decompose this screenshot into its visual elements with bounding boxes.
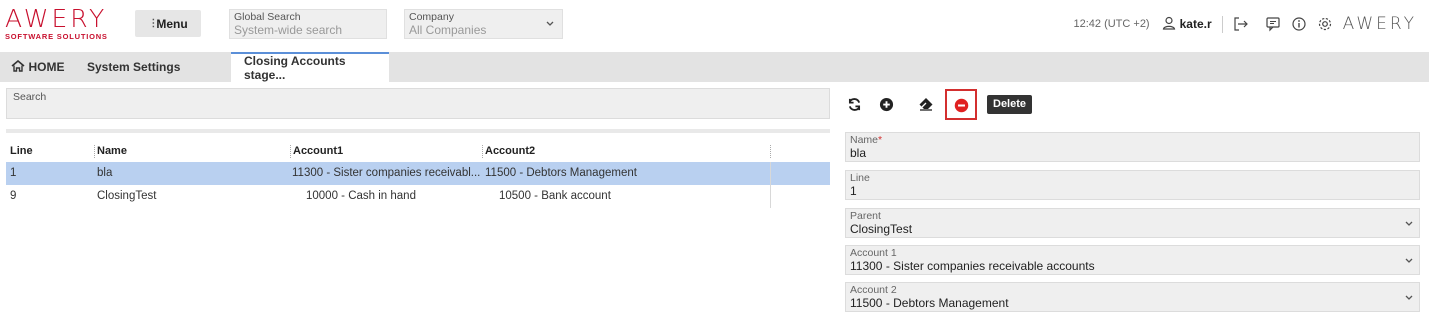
required-marker: * — [878, 134, 883, 146]
search-input[interactable]: Search — [6, 88, 830, 119]
global-search-label: Global Search — [234, 11, 301, 23]
brand-logo-right: AWERY — [1342, 14, 1417, 34]
table-header: Line Name Account1 Account2 — [6, 129, 830, 160]
name-field[interactable]: Name* bla — [845, 132, 1420, 162]
account2-select[interactable]: Account 2 11500 - Debtors Management — [845, 282, 1420, 312]
column-separator — [290, 145, 291, 158]
tab-closing-accounts-label: Closing Accounts stage... — [244, 54, 346, 82]
delete-tooltip: Delete — [987, 95, 1033, 114]
accounts-table: Line Name Account1 Account2 1 bla 11300 … — [6, 129, 830, 208]
line-field[interactable]: Line 1 — [845, 170, 1420, 200]
tab-system-settings[interactable]: System Settings — [75, 52, 231, 82]
chevron-down-icon — [1405, 256, 1413, 266]
column-header-label: Name — [97, 144, 127, 157]
menu-label: Menu — [156, 16, 188, 31]
table-row[interactable]: 1 bla 11300 - Sister companies receivabl… — [6, 162, 830, 185]
chat-icon[interactable] — [1265, 16, 1281, 32]
line-field-label: Line — [850, 172, 870, 184]
global-search-placeholder: System-wide search — [234, 23, 343, 37]
clock-time: 12:42 (UTC +2) — [1073, 18, 1150, 30]
delete-highlight-frame — [945, 89, 977, 120]
tab-bar: HOME System Settings Closing Accounts st… — [0, 52, 1429, 82]
column-header-account1[interactable]: Account1 — [290, 137, 344, 164]
account1-select[interactable]: Account 1 11300 - Sister companies recei… — [845, 245, 1420, 275]
company-select[interactable]: Company All Companies — [404, 9, 563, 39]
search-label: Search — [13, 91, 47, 103]
account1-field-label: Account 1 — [850, 247, 897, 259]
user-icon — [1162, 16, 1176, 33]
logo-subtitle: SOFTWARE SOLUTIONS — [5, 32, 108, 41]
info-icon[interactable] — [1291, 16, 1307, 32]
column-header-name[interactable]: Name — [94, 137, 127, 164]
cell-name: ClosingTest — [97, 190, 157, 202]
user-menu[interactable]: kate.r — [1162, 15, 1223, 33]
column-header-label: Account2 — [485, 144, 536, 157]
company-value: All Companies — [409, 23, 487, 37]
eraser-icon — [918, 97, 934, 111]
chevron-down-icon — [546, 19, 554, 29]
line-field-value: 1 — [850, 184, 857, 198]
cell-account2: 10500 - Bank account — [499, 190, 611, 202]
logo-text: AWERY — [5, 4, 108, 33]
cell-line: 1 — [10, 167, 17, 179]
parent-field-value: ClosingTest — [850, 222, 913, 236]
company-label: Company — [409, 11, 454, 23]
table-row[interactable]: 9 ClosingTest 10000 - Cash in hand 10500… — [6, 185, 830, 208]
chevron-down-icon — [1405, 293, 1413, 303]
column-separator — [770, 145, 771, 158]
kebab-icon: ⋮ — [148, 17, 159, 29]
name-field-value: bla — [850, 146, 867, 160]
name-label-text: Name — [850, 134, 879, 146]
tab-home[interactable]: HOME — [0, 52, 75, 82]
tab-home-label: HOME — [28, 60, 65, 74]
tab-closing-accounts[interactable]: Closing Accounts stage... — [231, 52, 389, 82]
account2-field-value: 11500 - Debtors Management — [850, 296, 1009, 310]
column-separator — [482, 145, 483, 158]
awery-logo[interactable]: AWERY SOFTWARE SOLUTIONS — [5, 5, 115, 45]
add-button[interactable] — [872, 90, 900, 118]
home-icon — [10, 59, 25, 75]
tab-system-settings-label: System Settings — [87, 60, 181, 74]
name-field-label: Name* — [850, 134, 1415, 146]
cell-name: bla — [97, 167, 113, 179]
global-search-input[interactable]: Global Search System-wide search — [229, 9, 387, 39]
cell-account2: 11500 - Debtors Management — [485, 167, 637, 179]
cell-account1: 11300 - Sister companies receivabl... — [292, 167, 481, 179]
account2-field-label: Account 2 — [850, 284, 897, 296]
row-divider — [770, 185, 771, 208]
parent-field-label: Parent — [850, 210, 881, 222]
menu-button[interactable]: ⋮ Menu — [135, 10, 201, 37]
plus-circle-icon — [879, 97, 894, 112]
row-divider — [770, 162, 771, 185]
refresh-icon — [847, 97, 862, 112]
clear-button[interactable] — [912, 90, 940, 118]
column-separator — [94, 145, 95, 158]
logout-icon[interactable] — [1233, 16, 1249, 32]
account1-field-value: 11300 - Sister companies receivable acco… — [850, 259, 1095, 273]
refresh-button[interactable] — [840, 90, 868, 118]
username: kate.r — [1179, 17, 1212, 31]
column-header-line[interactable]: Line — [10, 137, 33, 164]
cell-line: 9 — [10, 190, 17, 202]
column-header-account2[interactable]: Account2 — [482, 137, 536, 164]
cell-account1: 10000 - Cash in hand — [306, 190, 416, 202]
column-header-label: Account1 — [293, 144, 344, 157]
parent-select[interactable]: Parent ClosingTest — [845, 208, 1420, 238]
header-right: 12:42 (UTC +2) kate.r AWERY — [1073, 12, 1417, 36]
column-header-label: Line — [10, 144, 33, 157]
app-header: AWERY SOFTWARE SOLUTIONS ⋮ Menu Global S… — [0, 0, 1429, 48]
gear-icon[interactable] — [1317, 16, 1333, 32]
chevron-down-icon — [1405, 219, 1413, 229]
